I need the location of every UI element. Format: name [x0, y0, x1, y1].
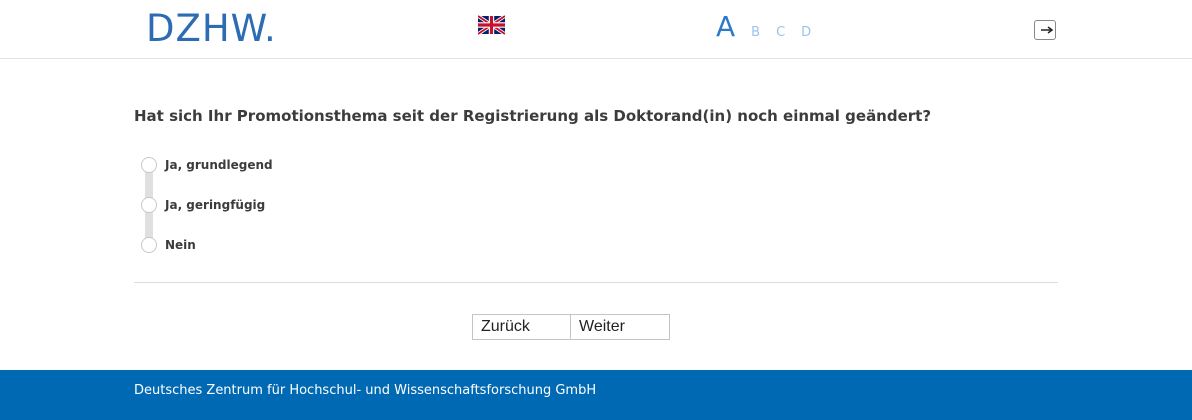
navigation-buttons: Zurück Weiter: [472, 314, 670, 340]
option-ja-grundlegend[interactable]: Ja, grundlegend: [141, 157, 273, 173]
font-size-c[interactable]: C: [776, 25, 785, 40]
question-text: Hat sich Ihr Promotionsthema seit der Re…: [134, 107, 932, 125]
option-label: Ja, grundlegend: [165, 158, 273, 172]
logout-icon: [1041, 26, 1054, 34]
option-label: Nein: [165, 238, 196, 252]
option-nein[interactable]: Nein: [141, 237, 196, 253]
footer: Deutsches Zentrum für Hochschul- und Wis…: [0, 370, 1192, 420]
uk-flag-icon[interactable]: [478, 15, 505, 35]
font-size-a[interactable]: A: [716, 10, 735, 43]
option-label: Ja, geringfügig: [165, 198, 266, 212]
font-size-d[interactable]: D: [801, 25, 811, 40]
radio-button[interactable]: [141, 237, 157, 253]
radio-button[interactable]: [141, 157, 157, 173]
header: DZHW. A B C D: [0, 0, 1192, 59]
back-button[interactable]: Zurück: [472, 314, 571, 340]
next-button[interactable]: Weiter: [571, 314, 670, 340]
font-size-b[interactable]: B: [751, 25, 760, 40]
radio-button[interactable]: [141, 197, 157, 213]
divider: [134, 282, 1058, 283]
footer-text: Deutsches Zentrum für Hochschul- und Wis…: [134, 383, 597, 398]
logout-button[interactable]: [1034, 20, 1056, 40]
font-size-selector: A B C D: [716, 10, 827, 43]
dzhw-logo[interactable]: DZHW.: [146, 9, 277, 49]
option-ja-geringfuegig[interactable]: Ja, geringfügig: [141, 197, 265, 213]
